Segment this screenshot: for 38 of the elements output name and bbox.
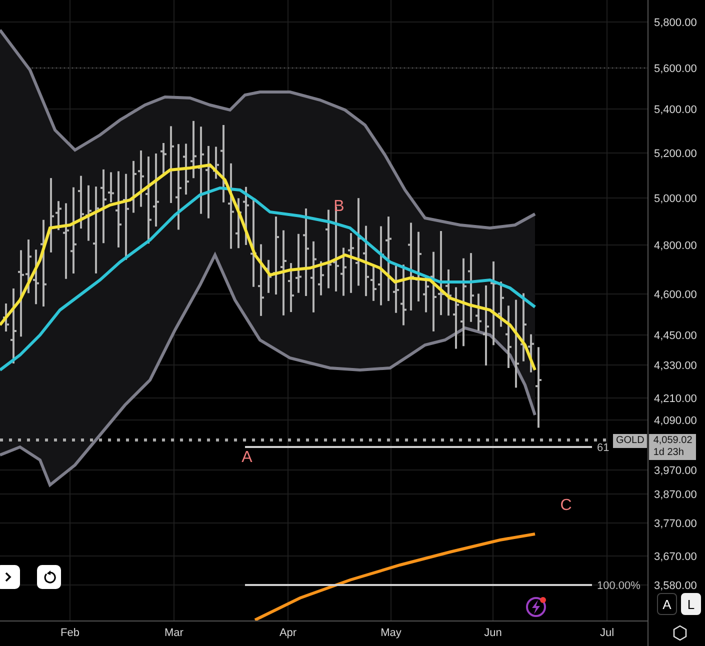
scroll-forward-button[interactable] bbox=[0, 565, 20, 589]
reset-icon bbox=[42, 570, 56, 584]
time-axis-label: Feb bbox=[60, 627, 80, 639]
scale-toggle-button[interactable]: L bbox=[681, 593, 701, 615]
chart-marker-label: C bbox=[560, 497, 572, 514]
current-price: 4,059.02 bbox=[653, 435, 692, 447]
price-axis-label: 5,800.00 bbox=[654, 17, 697, 29]
price-axis-label: 3,580.00 bbox=[654, 580, 697, 592]
price-axis-label: 4,330.00 bbox=[654, 360, 697, 372]
price-axis-label: 5,000.00 bbox=[654, 193, 697, 205]
settings-icon[interactable] bbox=[673, 625, 687, 641]
price-axis-label: 4,210.00 bbox=[654, 393, 697, 405]
alert-icon[interactable] bbox=[526, 597, 546, 617]
time-axis-label: Jun bbox=[484, 627, 502, 639]
fib-level-label: 100.00% bbox=[597, 580, 640, 592]
price-axis-label: 5,600.00 bbox=[654, 63, 697, 75]
price-axis-label: 4,800.00 bbox=[654, 240, 697, 252]
price-axis-label: 4,600.00 bbox=[654, 289, 697, 301]
price-axis-label: 3,870.00 bbox=[654, 489, 697, 501]
reset-chart-button[interactable] bbox=[37, 565, 61, 589]
price-axis-label: 3,770.00 bbox=[654, 518, 697, 530]
scale-toggle-button[interactable]: A bbox=[657, 593, 677, 615]
time-axis-label: Jul bbox=[600, 627, 614, 639]
bar-countdown: 1d 23h bbox=[653, 447, 685, 459]
time-axis-label: May bbox=[380, 627, 402, 639]
price-axis-label: 3,670.00 bbox=[654, 551, 697, 563]
price-axis-label: 4,450.00 bbox=[654, 330, 697, 342]
chart-marker-label: A bbox=[242, 449, 252, 466]
price-axis-label: 5,400.00 bbox=[654, 104, 697, 116]
time-axis-label: Mar bbox=[164, 627, 184, 639]
chart-marker-label: B bbox=[334, 198, 344, 215]
price-axis-label: 3,970.00 bbox=[654, 465, 697, 477]
fib-level-label: 61 bbox=[597, 442, 610, 454]
price-axis-label: 4,090.00 bbox=[654, 415, 697, 427]
price-axis-label: 5,200.00 bbox=[654, 148, 697, 160]
chevron-right-icon bbox=[3, 571, 13, 583]
symbol-tag: GOLD bbox=[613, 434, 648, 448]
time-axis-label: Apr bbox=[279, 627, 297, 639]
